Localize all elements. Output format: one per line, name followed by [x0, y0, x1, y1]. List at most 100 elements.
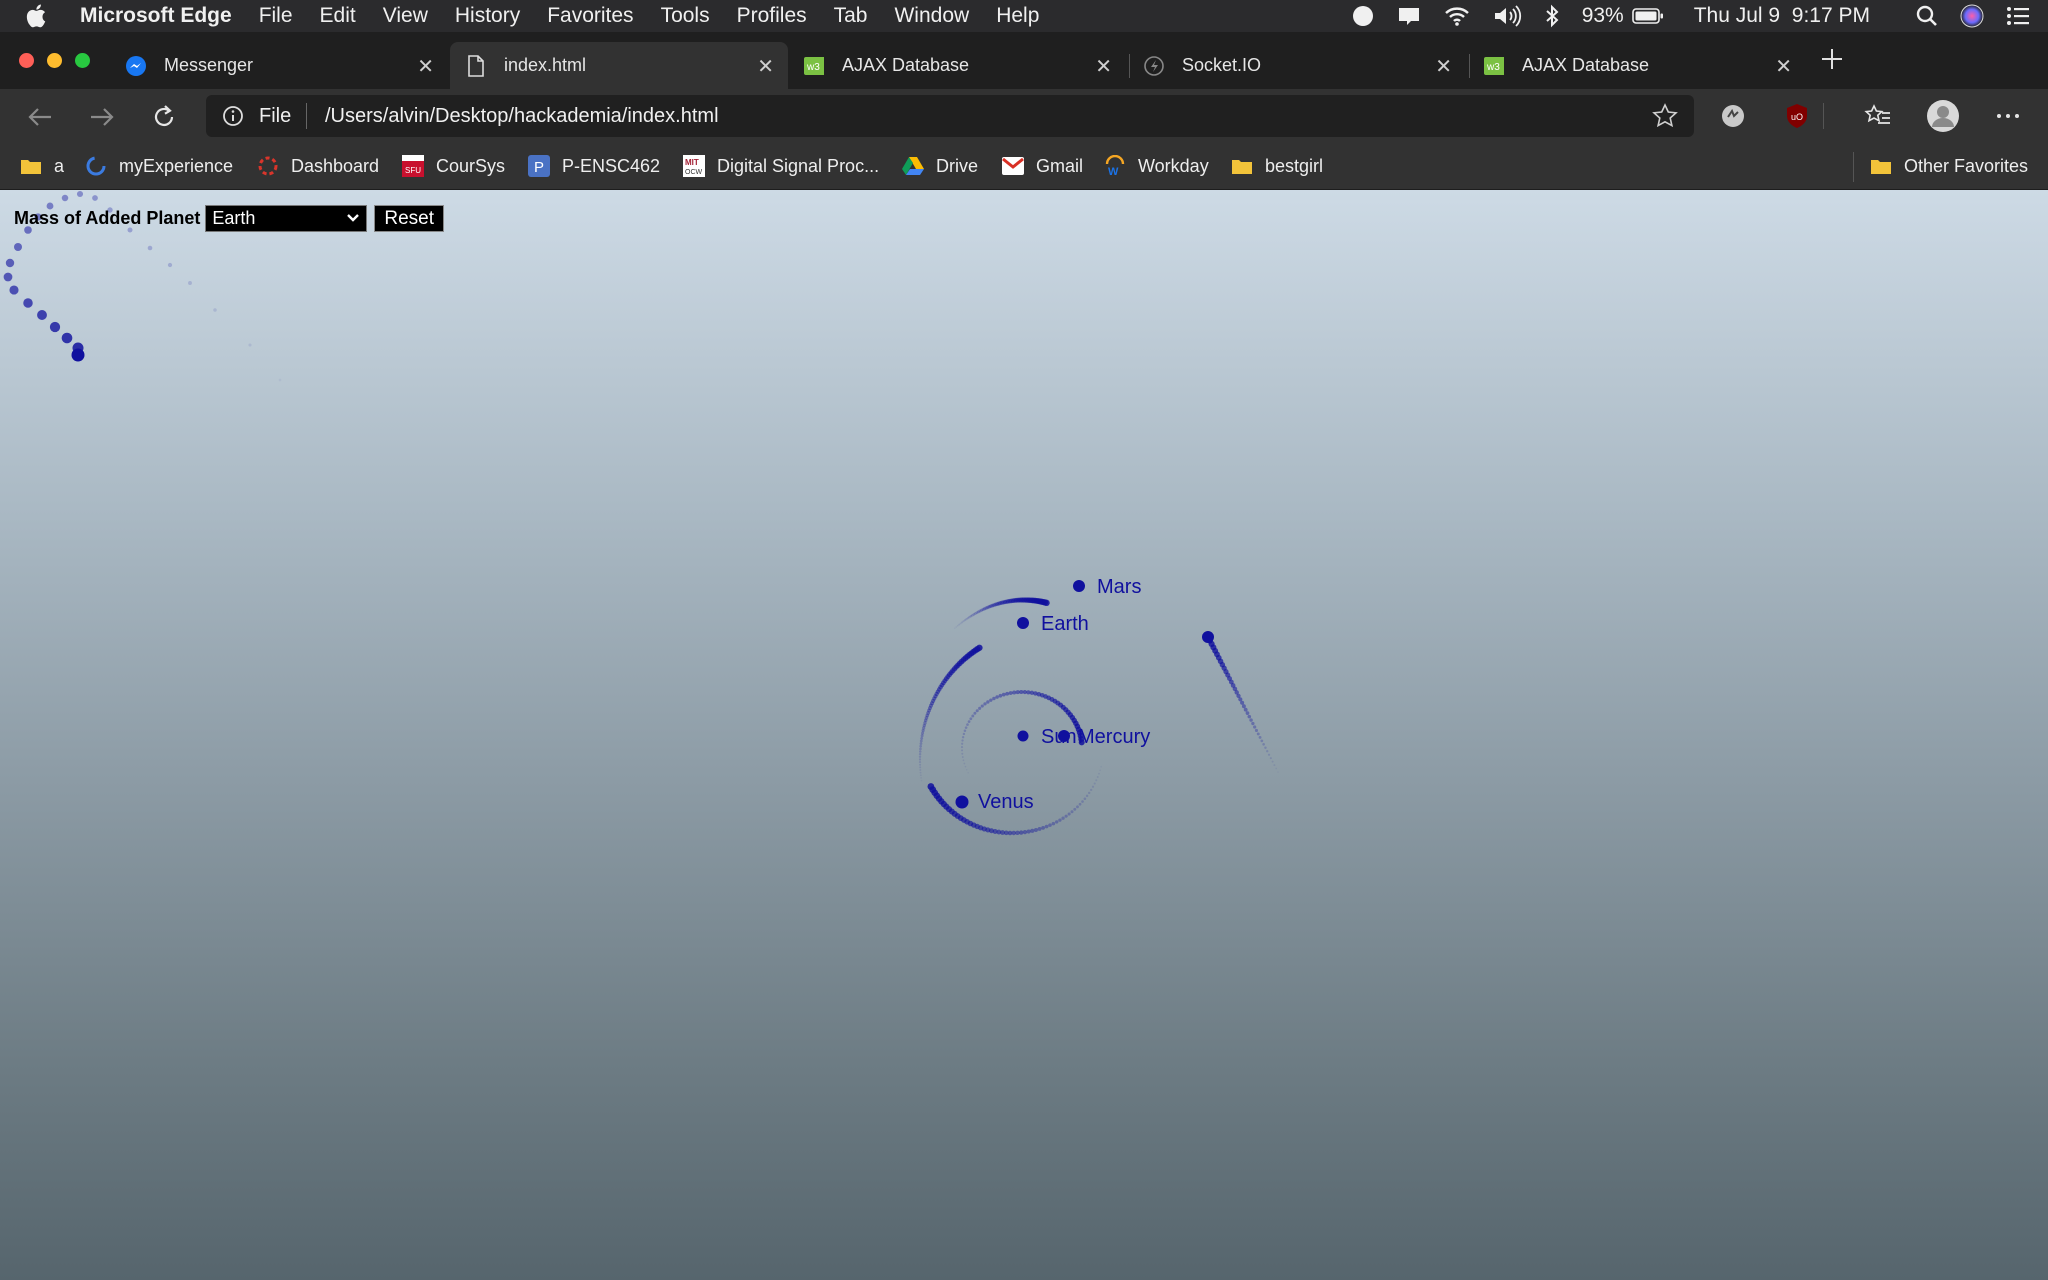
menu-window[interactable]: Window: [894, 4, 969, 28]
record-icon[interactable]: [1352, 5, 1374, 27]
tab-index-html[interactable]: index.html ✕: [450, 42, 788, 89]
added-planet-trail-dot: [188, 281, 192, 285]
earth-trail-dot: [918, 752, 922, 756]
extension-gray-icon[interactable]: [1716, 99, 1750, 133]
tab-messenger[interactable]: Messenger ✕: [112, 42, 448, 89]
planet-label-mercury: Mercury: [1078, 726, 1150, 748]
menu-help[interactable]: Help: [996, 4, 1039, 28]
favorites-icon[interactable]: [1861, 99, 1895, 133]
bookmark-dashboard[interactable]: Dashboard: [257, 155, 379, 177]
earth-trail-dot: [918, 755, 922, 758]
earth-trail-dot: [919, 774, 922, 777]
zoom-window-button[interactable]: [75, 53, 90, 68]
control-center-icon[interactable]: [2006, 6, 2030, 26]
mercury-trail-dot: [961, 742, 964, 745]
mercury-trail-dot: [963, 729, 967, 733]
rogue-trail-dot: [1247, 714, 1252, 719]
bookmark-gmail[interactable]: Gmail: [1002, 155, 1083, 177]
clock[interactable]: Thu Jul 9 9:17 PM: [1694, 4, 1870, 28]
close-window-button[interactable]: [19, 53, 34, 68]
bluetooth-icon[interactable]: [1544, 4, 1560, 28]
rogue-trail-dot: [1254, 728, 1259, 733]
menu-tab[interactable]: Tab: [834, 4, 868, 28]
menu-profiles[interactable]: Profiles: [737, 4, 807, 28]
mars-trail-dot: [956, 624, 959, 627]
menu-edit[interactable]: Edit: [320, 4, 356, 28]
orbit-simulation-canvas[interactable]: Mars Earth Sun Mercury Venus: [0, 190, 2048, 1280]
close-tab-icon[interactable]: ✕: [417, 54, 434, 79]
mercury-trail-dot: [961, 739, 964, 742]
rogue-trail-dot: [1251, 721, 1255, 726]
mercury-trail-dot: [961, 752, 964, 755]
bookmark-folder-bestgirl[interactable]: bestgirl: [1231, 155, 1323, 177]
tab-socketio[interactable]: Socket.IO ✕: [1130, 42, 1466, 89]
bookmark-coursys[interactable]: SFU CourSys: [402, 155, 505, 177]
address-bar[interactable]: File /Users/alvin/Desktop/hackademia/ind…: [206, 95, 1694, 137]
close-tab-icon[interactable]: ✕: [1775, 54, 1792, 79]
earth-trail-dot: [919, 739, 923, 743]
new-tab-button[interactable]: [1820, 46, 1844, 78]
bookmark-label: bestgirl: [1265, 155, 1324, 176]
earth-body: [1017, 617, 1029, 629]
earth-trail-dot: [919, 747, 922, 751]
bookmark-workday[interactable]: W Workday: [1104, 155, 1209, 177]
bookmark-digital-signal-proc[interactable]: MIT OCW Digital Signal Proc...: [683, 155, 879, 177]
planet-mass-select[interactable]: Earth: [205, 205, 368, 232]
refresh-button[interactable]: [148, 101, 180, 133]
venus-trail-dot: [1041, 825, 1045, 830]
earth-trail-dot: [919, 742, 923, 745]
site-info-icon[interactable]: [222, 105, 244, 133]
menu-file[interactable]: File: [259, 4, 293, 28]
menu-history[interactable]: History: [455, 4, 520, 28]
profile-avatar[interactable]: [1926, 99, 1960, 133]
close-tab-icon[interactable]: ✕: [1095, 54, 1112, 79]
close-tab-icon[interactable]: ✕: [757, 54, 774, 79]
myexperience-icon: [85, 155, 107, 177]
svg-text:uO: uO: [1791, 112, 1803, 122]
tab-ajax-database-1[interactable]: w3 AJAX Database ✕: [790, 42, 1126, 89]
spotlight-search-icon[interactable]: [1916, 5, 1938, 27]
p-icon: P: [528, 155, 550, 177]
earth-trail-dot: [918, 758, 922, 761]
added-planet-trail-dot: [76, 190, 84, 198]
rogue-trail-dot: [1264, 746, 1267, 749]
other-favorites-folder[interactable]: Other Favorites: [1870, 155, 2028, 177]
menu-favorites[interactable]: Favorites: [547, 4, 633, 28]
ublock-origin-icon[interactable]: uO: [1780, 99, 1814, 133]
bookmark-myexperience[interactable]: myExperience: [85, 155, 233, 177]
notification-icon[interactable]: [1396, 5, 1422, 27]
added-planet-trail-dot: [278, 378, 282, 382]
bookmark-folder-a[interactable]: a: [20, 155, 64, 177]
more-options-icon[interactable]: [1991, 99, 2025, 133]
mercury-trail-dot: [1019, 689, 1024, 695]
venus-trail-dot: [1061, 816, 1065, 820]
siri-icon[interactable]: [1960, 4, 1984, 28]
battery-icon[interactable]: [1631, 7, 1664, 25]
mercury-trail-dot: [967, 772, 969, 774]
gmail-icon: [1002, 155, 1024, 177]
app-name-menu[interactable]: Microsoft Edge: [80, 4, 232, 28]
bookmark-p-ensc462[interactable]: P P-ENSC462: [528, 155, 660, 177]
forward-button[interactable]: [86, 101, 118, 133]
menu-tools[interactable]: Tools: [661, 4, 710, 28]
wifi-icon[interactable]: [1444, 5, 1470, 27]
bookmark-label: a: [54, 155, 65, 176]
venus-trail-dot: [1026, 829, 1031, 834]
menu-view[interactable]: View: [383, 4, 428, 28]
url-text[interactable]: /Users/alvin/Desktop/hackademia/index.ht…: [325, 105, 719, 128]
minimize-window-button[interactable]: [47, 53, 62, 68]
rogue-trail-dot: [1269, 757, 1272, 760]
volume-icon[interactable]: [1492, 5, 1522, 27]
venus-trail-dot: [1022, 830, 1028, 835]
rogue-trail-dot: [1258, 735, 1262, 739]
venus-trail-dot: [1100, 765, 1102, 768]
apple-menu-icon[interactable]: [26, 4, 60, 28]
add-favorite-star-icon[interactable]: [1652, 103, 1678, 135]
tab-ajax-database-2[interactable]: w3 AJAX Database ✕: [1470, 42, 1806, 89]
bookmark-drive[interactable]: Drive: [902, 155, 978, 177]
reset-button[interactable]: Reset: [374, 205, 445, 232]
venus-trail-dot: [1090, 788, 1093, 791]
bookmarks-divider: [1853, 152, 1854, 182]
close-tab-icon[interactable]: ✕: [1435, 54, 1452, 79]
back-button[interactable]: [24, 101, 56, 133]
